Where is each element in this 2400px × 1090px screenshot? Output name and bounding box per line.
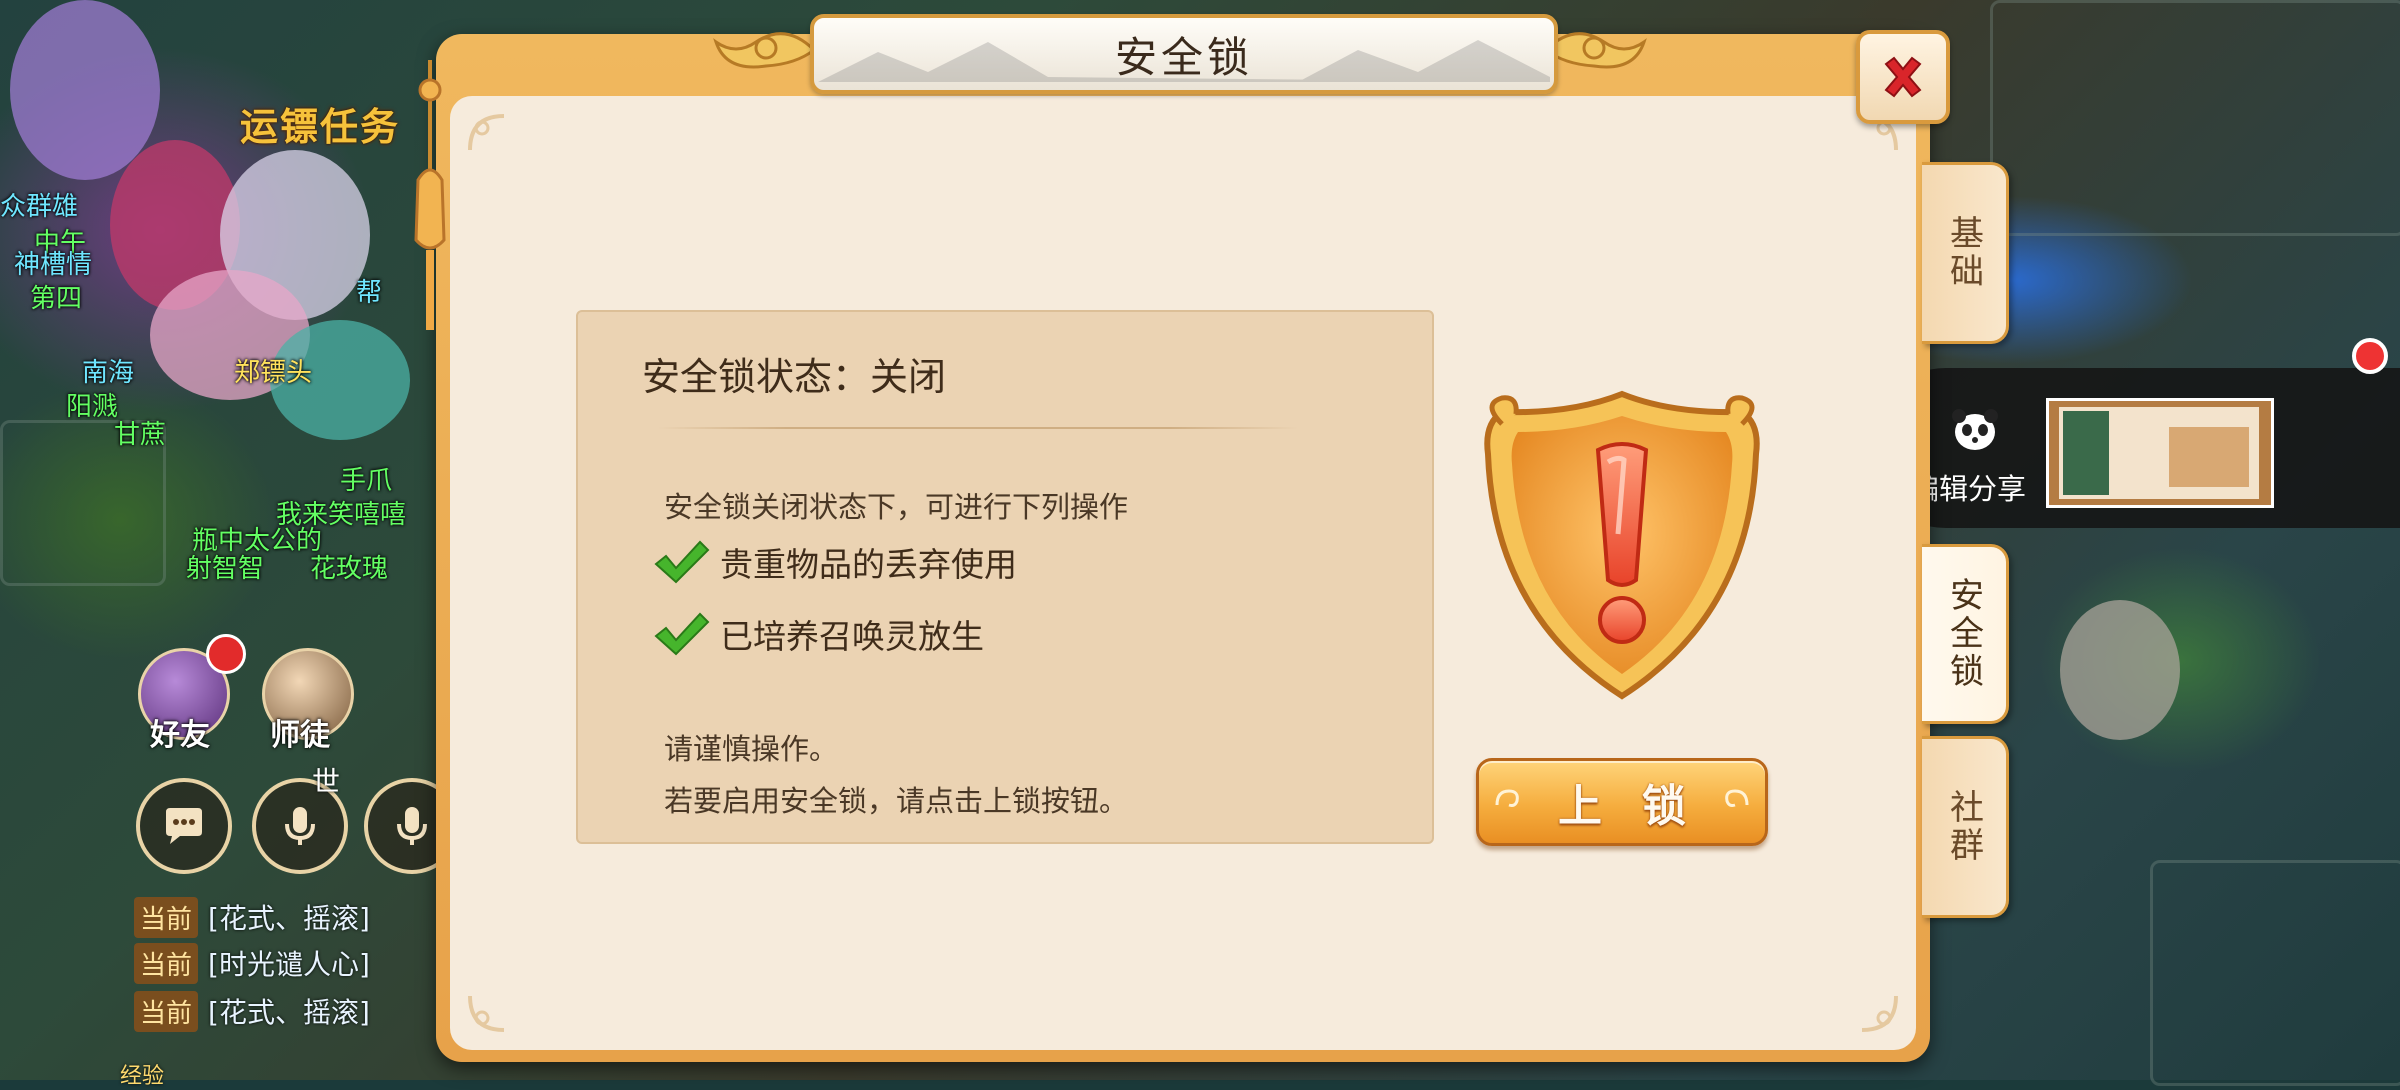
tab-label: 社群 xyxy=(1943,789,1984,865)
caution-notice: 请谨慎操作。 xyxy=(664,732,839,766)
lock-status-heading: 安全锁状态：关闭 xyxy=(642,355,947,399)
microphone-icon xyxy=(285,807,315,845)
chat-message-text: [花式、摇滚] xyxy=(208,996,370,1029)
chat-message[interactable]: 当前 [时光谴人心] xyxy=(134,942,370,984)
title-cloud-ornament xyxy=(713,32,816,69)
player-name-tag[interactable]: 神槽情 xyxy=(14,244,92,281)
panda-face-icon xyxy=(1952,409,1998,450)
dialog-title-plate: 安全锁 xyxy=(810,14,1558,94)
chat-message[interactable]: 当前 [花式、摇滚] xyxy=(134,896,370,938)
corner-ornament xyxy=(464,110,510,156)
player-name-tag[interactable]: 阳溅 xyxy=(66,386,118,423)
cloud-ornament-icon xyxy=(1495,789,1519,807)
microphone-icon xyxy=(397,807,427,845)
permission-text: 已培养召唤灵放生 xyxy=(720,617,984,656)
lock-off-description: 安全锁关闭状态下，可进行下列操作 xyxy=(664,490,1129,524)
chat-message[interactable]: 当前 [花式、摇滚] xyxy=(134,990,370,1032)
chat-channel-tag: 当前 xyxy=(134,896,199,938)
checkmark-icon xyxy=(654,612,710,656)
chat-channel-tag: 当前 xyxy=(134,942,199,984)
tab-security-lock[interactable]: 安全锁 xyxy=(1922,544,2009,724)
tab-community[interactable]: 社群 xyxy=(1922,736,2009,918)
corner-ornament xyxy=(464,990,510,1036)
lock-button-label: 上锁 xyxy=(1558,781,1726,832)
scene-courtyard-tile xyxy=(1990,0,2400,236)
exp-label: 经验 xyxy=(120,1064,165,1089)
notification-badge xyxy=(206,634,246,674)
player-name-tag[interactable]: 第四 xyxy=(30,278,82,315)
tab-label: 安全锁 xyxy=(1943,577,1984,691)
cloud-ornament-icon xyxy=(1725,789,1749,807)
tab-label: 基础 xyxy=(1943,215,1984,291)
title-cloud-ornament xyxy=(1544,32,1647,69)
enable-lock-instruction: 若要启用安全锁，请点击上锁按钮。 xyxy=(664,784,1129,818)
stone-lantern xyxy=(2060,600,2180,740)
tab-basic[interactable]: 基础 xyxy=(1922,162,2009,344)
scene-courtyard-tile xyxy=(2150,860,2400,1086)
world-channel-label: 世 xyxy=(312,765,341,798)
permission-text: 贵重物品的丢弃使用 xyxy=(720,545,1017,584)
lock-button[interactable]: 上锁 xyxy=(1476,758,1768,846)
player-name-tag[interactable]: 南海 xyxy=(82,352,134,389)
player-name-tag[interactable]: 射智智 xyxy=(186,548,264,585)
escort-quest-label[interactable]: 运镖任务 xyxy=(240,96,400,151)
mentor-label[interactable]: 师徒 xyxy=(270,710,330,754)
divider xyxy=(658,427,1298,429)
screenshot-thumbnail[interactable] xyxy=(2046,398,2274,508)
player-name-tag[interactable]: 郑镖头 xyxy=(234,352,312,389)
player-name-tag[interactable]: 甘蔗 xyxy=(114,414,166,451)
chat-message-text: [时光谴人心] xyxy=(208,948,370,981)
dialog-title: 安全锁 xyxy=(1114,32,1253,82)
player-name-tag[interactable]: 帮 xyxy=(356,272,382,309)
chat-button[interactable] xyxy=(136,778,232,874)
close-button[interactable] xyxy=(1856,30,1950,124)
friends-label[interactable]: 好友 xyxy=(150,710,210,754)
corner-ornament xyxy=(1856,990,1902,1036)
permission-item: 贵重物品的丢弃使用 xyxy=(652,538,1017,586)
minimap-marker[interactable] xyxy=(2352,338,2388,374)
tassel-ornament xyxy=(414,60,446,330)
checkmark-icon xyxy=(654,540,710,584)
thumbnail-preview xyxy=(2063,411,2109,495)
player-name-tag[interactable]: 手爪 xyxy=(340,460,392,497)
warning-shield-icon xyxy=(1484,390,1760,700)
close-icon xyxy=(1884,56,1922,98)
chat-bubble-icon xyxy=(166,808,202,844)
character-sprite[interactable] xyxy=(10,0,160,180)
chat-message-text: [花式、摇滚] xyxy=(208,902,370,935)
lock-status-panel: 安全锁状态：关闭 安全锁关闭状态下，可进行下列操作 贵重物品的丢弃使用 已培养召… xyxy=(576,310,1434,844)
player-name-tag[interactable]: 众群雄 xyxy=(0,186,78,223)
permission-item: 已培养召唤灵放生 xyxy=(652,610,984,658)
player-name-tag[interactable]: 花玫瑰 xyxy=(310,548,388,585)
chat-channel-tag: 当前 xyxy=(134,990,199,1032)
thumbnail-preview xyxy=(2169,427,2249,487)
